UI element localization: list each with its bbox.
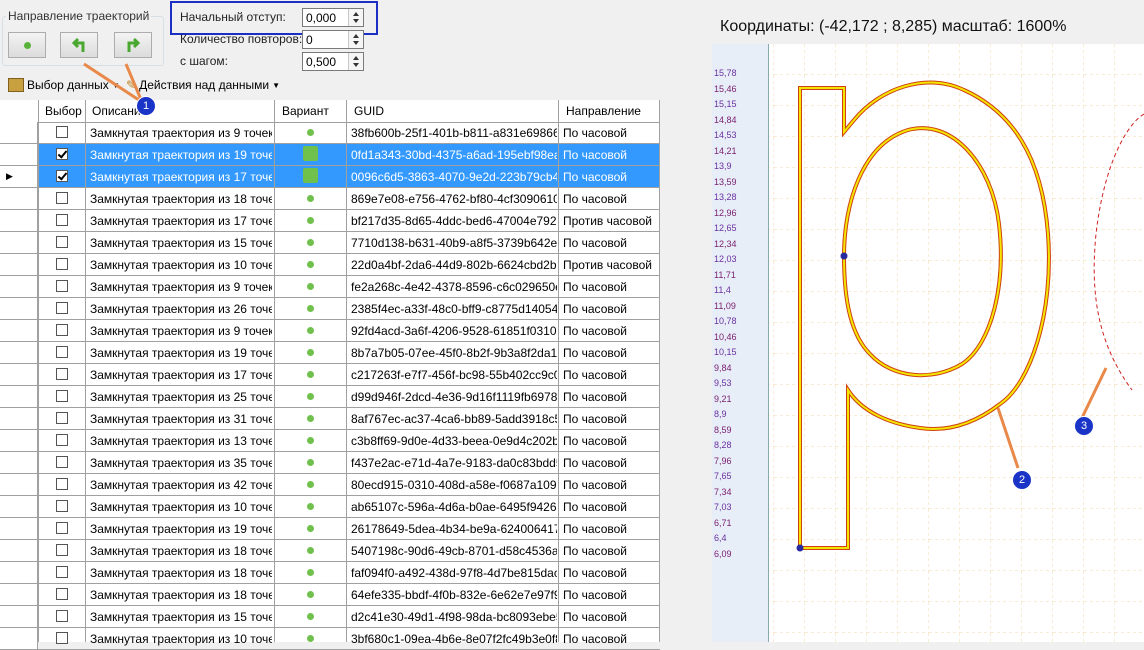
turn-right-arrow-icon — [127, 37, 141, 52]
ruler-tick-label: 7,96 — [714, 455, 732, 466]
ruler-tick-label: 7,34 — [714, 486, 732, 497]
ruler-tick-label: 11,09 — [714, 300, 736, 311]
ruler-tick-label: 10,78 — [714, 316, 737, 326]
ruler-tick-label: 8,59 — [714, 424, 732, 435]
dropdown-arrow-icon: ▼ — [272, 80, 281, 90]
spin-down-icon — [353, 41, 359, 45]
direction-group-title: Направление траекторий — [6, 9, 152, 23]
start-point — [840, 252, 848, 260]
ruler-tick-label: 7,65 — [714, 471, 732, 481]
repeat-count-label: Количество повторов: — [180, 32, 303, 46]
spin-down-icon — [353, 19, 359, 23]
trajectory-table: Выбор Описание Вариант GUID Направление … — [0, 100, 660, 650]
spin-down-icon — [353, 63, 359, 67]
direction-none-button[interactable] — [8, 32, 46, 58]
current-row-marker-icon: ▶ — [6, 171, 13, 181]
initial-offset-input[interactable]: 0,000 — [302, 8, 364, 27]
ruler-tick-label: 13,28 — [714, 192, 737, 202]
repeat-count-input[interactable]: 0 — [302, 30, 364, 49]
step-label: с шагом: — [180, 54, 229, 68]
spin-up-icon — [353, 34, 359, 38]
badge-1: 1 — [136, 96, 156, 116]
ruler-tick-label: 7,03 — [714, 502, 732, 512]
initial-offset-label: Начальный отступ: — [180, 10, 286, 24]
turn-left-arrow-icon — [71, 37, 85, 52]
column-divider — [39, 100, 86, 642]
ruler-tick-label: 6,09 — [714, 548, 732, 559]
ruler-tick-label: 14,21 — [714, 145, 737, 156]
start-point — [796, 544, 804, 552]
trajectory-drawing — [768, 44, 1144, 642]
column-divider — [86, 100, 275, 642]
dot-icon — [23, 41, 31, 49]
ruler-tick-label: 11,4 — [714, 285, 731, 295]
ruler-tick-label: 14,53 — [714, 130, 737, 140]
ruler-tick-label: 8,28 — [714, 440, 732, 450]
ruler-tick-label: 15,78 — [714, 68, 737, 78]
ruler-tick-label: 12,03 — [714, 254, 737, 264]
ruler-tick-label: 10,15 — [714, 347, 737, 357]
badge-2: 2 — [1012, 470, 1032, 490]
ruler-tick-label: 10,46 — [714, 331, 737, 342]
ruler-tick-label: 14,84 — [714, 114, 737, 125]
spin-buttons[interactable] — [348, 9, 363, 26]
trajectory-canvas[interactable] — [712, 44, 1144, 642]
column-divider — [347, 100, 559, 642]
step-value: 0,500 — [306, 55, 337, 69]
coordinates-readout: Координаты: (-42,172 ; 8,285) масштаб: 1… — [720, 18, 1067, 35]
ruler-tick-label: 15,46 — [714, 83, 737, 94]
ruler-tick-label: 15,15 — [714, 99, 737, 109]
spin-buttons[interactable] — [348, 31, 363, 48]
column-divider — [559, 100, 660, 642]
ruler-tick-label: 12,65 — [714, 223, 737, 233]
ruler-tick-label: 12,96 — [714, 207, 737, 218]
initial-offset-value: 0,000 — [306, 11, 337, 25]
ruler-tick-label: 9,84 — [714, 362, 732, 373]
ruler-tick-label: 11,71 — [714, 269, 736, 280]
spin-up-icon — [353, 12, 359, 16]
column-divider — [275, 100, 347, 642]
spin-buttons[interactable] — [348, 53, 363, 70]
ruler-tick-label: 9,21 — [714, 393, 732, 404]
ruler-tick-label: 13,59 — [714, 176, 737, 187]
canvas-grid — [768, 44, 1144, 642]
step-input[interactable]: 0,500 — [302, 52, 364, 71]
ruler-tick-label: 8,9 — [714, 409, 727, 419]
vertical-ruler: 15,78 15,46 15,15 14,84 14,53 14,21 13,9 13,59 1… — [712, 44, 769, 642]
ruler-tick-label: 6,4 — [714, 533, 727, 543]
ruler-tick-label: 9,53 — [714, 378, 732, 388]
ruler-tick-label: 13,9 — [714, 161, 732, 171]
badge-3: 3 — [1074, 416, 1094, 436]
select-data-icon — [8, 78, 24, 92]
repeat-count-value: 0 — [306, 33, 313, 47]
ruler-tick-label: 12,34 — [714, 238, 737, 249]
ruler-tick-label: 6,71 — [714, 517, 732, 528]
grid-scroll-area[interactable] — [660, 100, 705, 642]
spin-up-icon — [353, 56, 359, 60]
